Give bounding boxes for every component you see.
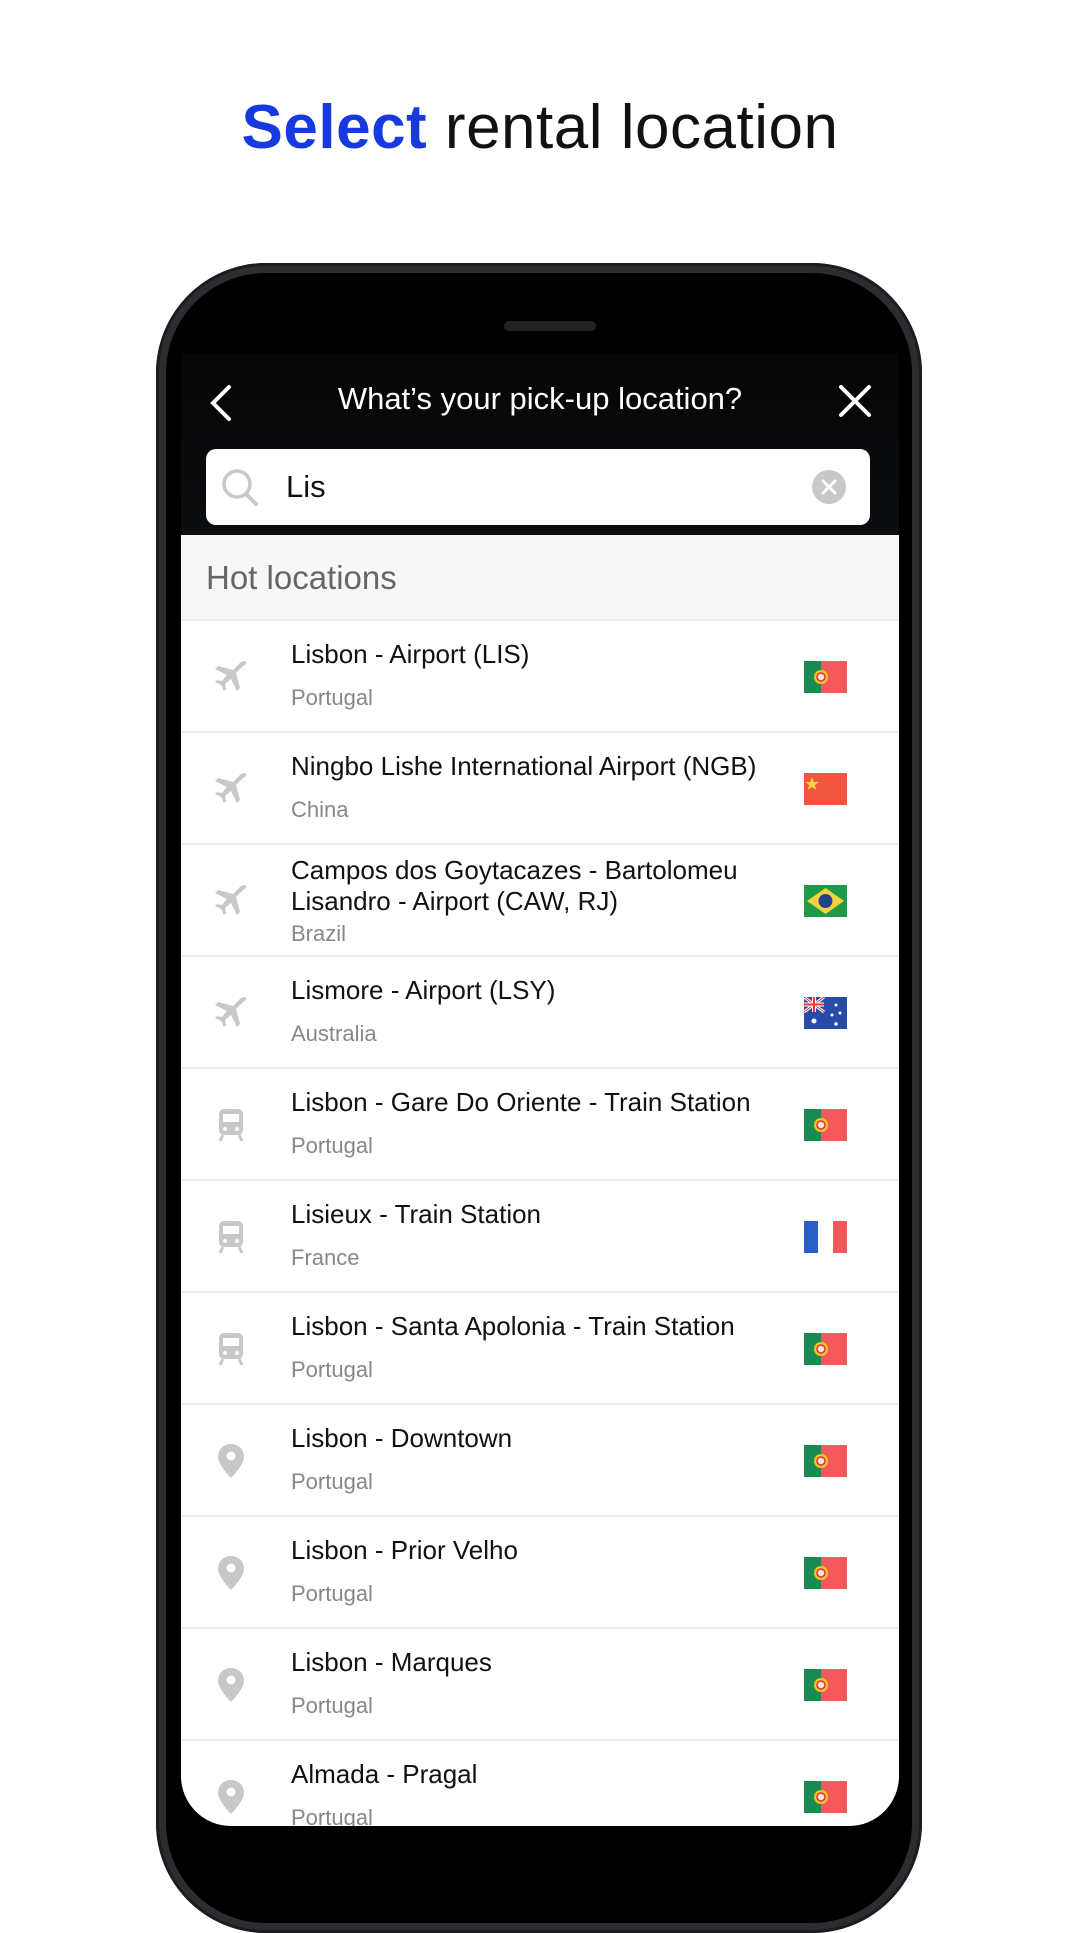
phone-frame: What’s your pick-up location? Hot locati…	[156, 263, 922, 1933]
location-name: Lismore - Airport (LSY)	[291, 975, 556, 1005]
airplane-icon	[215, 885, 247, 915]
map-pin-icon	[218, 1556, 244, 1590]
list-item[interactable]: Lisbon - Marques Portugal	[181, 1629, 899, 1741]
section-title: Hot locations	[206, 559, 397, 596]
flag-cn-icon	[804, 773, 847, 805]
location-country: Portugal	[291, 1693, 373, 1718]
map-pin-icon	[218, 1444, 244, 1478]
location-name: Lisbon - Santa Apolonia - Train Station	[291, 1311, 735, 1341]
list-item[interactable]: Almada - Pragal Portugal	[181, 1741, 899, 1826]
location-name: Almada - Pragal	[291, 1759, 478, 1789]
headline: Select rental location	[0, 92, 1080, 163]
location-name: Lisbon - Prior Velho	[291, 1535, 518, 1565]
location-name: Lisieux - Train Station	[291, 1199, 542, 1229]
location-country: France	[291, 1245, 360, 1270]
map-pin-icon	[218, 1780, 244, 1814]
list-item[interactable]: Lisieux - Train Station France	[181, 1181, 899, 1293]
section-header: Hot locations	[181, 535, 899, 621]
train-icon	[218, 1333, 244, 1366]
flag-pt-icon	[804, 1781, 847, 1813]
headline-rest: rental location	[427, 93, 839, 162]
list-item[interactable]: Lisbon - Airport (LIS) Portugal	[181, 621, 899, 733]
flag-pt-icon	[804, 1333, 847, 1365]
location-name: Ningbo Lishe International Airport (NGB)	[291, 751, 757, 781]
location-list: Lisbon - Airport (LIS) Portugal Ningbo Lis…	[181, 621, 899, 1826]
location-country: Portugal	[291, 1805, 373, 1826]
flag-pt-icon	[804, 1557, 847, 1589]
page-title: What’s your pick-up location?	[337, 381, 743, 416]
headline-accent: Select	[241, 93, 428, 162]
train-icon	[218, 1221, 244, 1254]
clear-circle-icon[interactable]	[812, 470, 846, 504]
list-item[interactable]: Lisbon - Downtown Portugal	[181, 1405, 899, 1517]
list-item[interactable]: Campos dos Goytacazes - Bartolomeu Lisan…	[181, 845, 899, 957]
list-item[interactable]: Ningbo Lishe International Airport (NGB)…	[181, 733, 899, 845]
flag-pt-icon	[804, 1109, 847, 1141]
location-country: China	[291, 797, 349, 822]
location-country: Portugal	[291, 1357, 373, 1382]
location-name: Campos dos Goytacazes - Bartolomeu Lisan…	[291, 855, 738, 916]
airplane-icon	[215, 997, 247, 1027]
map-pin-icon	[218, 1668, 244, 1702]
train-icon	[218, 1109, 244, 1142]
search-input[interactable]	[286, 463, 766, 511]
flag-br-icon	[804, 885, 847, 917]
location-country: Portugal	[291, 1469, 373, 1494]
location-country: Brazil	[291, 921, 347, 946]
phone-bezel: What’s your pick-up location? Hot locati…	[166, 273, 912, 1923]
location-name: Lisbon - Airport (LIS)	[291, 639, 530, 669]
speaker-grille	[504, 321, 596, 331]
app-bar: What’s your pick-up location?	[181, 353, 899, 535]
search-icon	[222, 469, 258, 506]
app-screen: What’s your pick-up location? Hot locati…	[181, 353, 899, 1826]
flag-au-icon	[804, 997, 847, 1029]
flag-pt-icon	[804, 1445, 847, 1477]
location-name: Lisbon - Gare Do Oriente - Train Station	[291, 1087, 751, 1117]
list-item[interactable]: Lisbon - Prior Velho Portugal	[181, 1517, 899, 1629]
flag-pt-icon	[804, 661, 847, 693]
airplane-icon	[215, 661, 247, 691]
flag-fr-icon	[804, 1221, 847, 1253]
list-item[interactable]: Lismore - Airport (LSY) Australia	[181, 957, 899, 1069]
location-country: Portugal	[291, 1133, 373, 1158]
close-icon[interactable]	[837, 383, 873, 419]
location-name: Lisbon - Downtown	[291, 1423, 513, 1453]
airplane-icon	[215, 773, 247, 803]
location-name: Lisbon - Marques	[291, 1647, 492, 1677]
list-item[interactable]: Lisbon - Gare Do Oriente - Train Station…	[181, 1069, 899, 1181]
location-country: Australia	[291, 1021, 377, 1046]
flag-pt-icon	[804, 1669, 847, 1701]
location-country: Portugal	[291, 685, 373, 710]
search-bar	[206, 449, 870, 525]
location-country: Portugal	[291, 1581, 373, 1606]
list-item[interactable]: Lisbon - Santa Apolonia - Train Station P…	[181, 1293, 899, 1405]
